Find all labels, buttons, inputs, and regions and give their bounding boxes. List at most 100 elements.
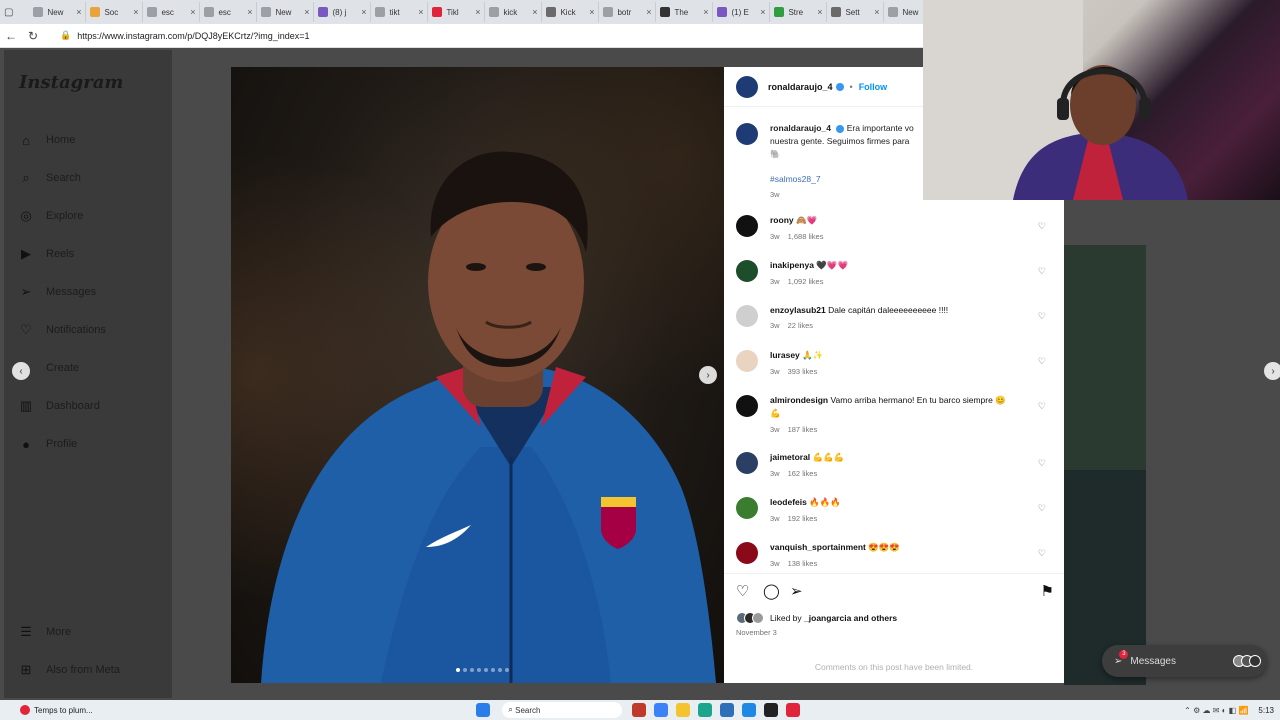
commenter-username[interactable]: roony — [770, 215, 794, 225]
taskbar-app-icon[interactable] — [632, 703, 647, 717]
commenter-username[interactable]: lurasey — [770, 350, 800, 360]
commenter-avatar[interactable] — [736, 260, 758, 282]
like-comment-icon[interactable]: ♡ — [1038, 401, 1046, 412]
back-icon[interactable]: ← — [0, 29, 22, 43]
bookmark-icon[interactable]: ⚑ — [1041, 582, 1054, 600]
browser-tab[interactable]: Soc × — [86, 2, 144, 22]
sidebar-item-dashboard[interactable]: ▥ Dashboard — [18, 396, 100, 416]
commenter-username[interactable]: jaimetoral — [770, 452, 810, 462]
browser-tab[interactable]: esc × — [143, 2, 201, 22]
commenter-avatar[interactable] — [736, 497, 758, 519]
like-comment-icon[interactable]: ♡ — [1038, 311, 1046, 322]
instagram-logo[interactable]: Instagram — [19, 72, 123, 93]
windows-start-icon[interactable] — [476, 703, 491, 717]
taskbar-app-icon[interactable] — [786, 703, 801, 717]
commenter-username[interactable]: leodefeis — [770, 497, 807, 507]
tab-actions-icon[interactable]: ▢ — [4, 7, 13, 18]
like-comment-icon[interactable]: ♡ — [1038, 548, 1046, 559]
commenter-avatar[interactable] — [736, 350, 758, 372]
browser-tab[interactable]: (1) E × — [713, 2, 771, 22]
also-from-meta-button[interactable]: ⊞ Also from Meta — [18, 660, 120, 680]
like-icon[interactable]: ♡ — [736, 582, 749, 600]
share-icon[interactable]: ➢ — [790, 582, 803, 600]
sidebar-item-search[interactable]: ⌕ Search — [18, 168, 81, 188]
like-comment-icon[interactable]: ♡ — [1038, 503, 1046, 514]
browser-tab[interactable]: kick × — [485, 2, 543, 22]
comment-likes[interactable]: 162 likes — [788, 469, 818, 478]
browser-tab[interactable]: Kick × — [542, 2, 600, 22]
caption-username[interactable]: ronaldaraujo_4 — [770, 123, 831, 133]
comment-icon[interactable]: ◯ — [763, 582, 780, 600]
follow-button[interactable]: Follow — [859, 82, 888, 92]
commenter-username[interactable]: vanquish_sportainment — [770, 542, 866, 552]
previous-post-icon[interactable]: ‹ — [12, 362, 30, 380]
browser-tab[interactable]: botr × — [599, 2, 657, 22]
edge-icon[interactable] — [698, 703, 713, 717]
comment-likes[interactable]: 1,688 likes — [788, 232, 824, 241]
taskbar-notification[interactable]: Temps to plum... — [34, 706, 93, 715]
commenter-username[interactable]: almirondesign — [770, 395, 828, 405]
like-comment-icon[interactable]: ♡ — [1038, 356, 1046, 367]
next-image-icon[interactable]: › — [699, 366, 717, 384]
browser-tab[interactable]: New × — [257, 2, 315, 22]
commenter-avatar[interactable] — [736, 542, 758, 564]
close-tab-icon[interactable]: × — [247, 7, 252, 17]
next-post-icon[interactable]: › — [1264, 362, 1280, 380]
comment-likes[interactable]: 192 likes — [788, 514, 818, 523]
close-tab-icon[interactable]: × — [646, 7, 651, 17]
taskbar-search[interactable]: ⌕ Search — [502, 702, 623, 718]
browser-tab[interactable]: Sett × — [827, 2, 885, 22]
commenter-username[interactable]: enzoylasub21 — [770, 305, 826, 315]
author-avatar[interactable] — [736, 75, 758, 98]
close-tab-icon[interactable]: × — [190, 7, 195, 17]
comment-likes[interactable]: 393 likes — [788, 367, 818, 376]
comment-likes[interactable]: 138 likes — [788, 559, 818, 568]
author-username[interactable]: ronaldaraujo_4 — [768, 82, 833, 92]
close-tab-icon[interactable]: × — [760, 7, 765, 17]
like-comment-icon[interactable]: ♡ — [1038, 221, 1046, 232]
taskbar-app-icon[interactable] — [764, 703, 779, 717]
liked-by-user[interactable]: _joangarcia — [804, 613, 851, 623]
browser-tab[interactable]: (8) j × — [314, 2, 372, 22]
like-comment-icon[interactable]: ♡ — [1038, 458, 1046, 469]
close-tab-icon[interactable]: × — [874, 7, 879, 17]
sidebar-item-notifications[interactable]: ♡ Notifications — [18, 320, 106, 340]
browser-tab[interactable]: Tikl × — [428, 2, 486, 22]
close-tab-icon[interactable]: × — [589, 7, 594, 17]
taskbar-app-icon[interactable] — [654, 703, 669, 717]
more-button[interactable]: ☰ More — [18, 622, 71, 642]
browser-tab[interactable]: The × — [656, 2, 714, 22]
close-tab-icon[interactable]: × — [361, 7, 366, 17]
caption-avatar[interactable] — [736, 123, 758, 145]
close-tab-icon[interactable]: × — [304, 7, 309, 17]
close-tab-icon[interactable]: × — [703, 7, 708, 17]
commenter-avatar[interactable] — [736, 215, 758, 237]
close-tab-icon[interactable]: × — [76, 7, 81, 17]
sidebar-item-messages[interactable]: ➢ Messages — [18, 282, 97, 302]
taskbar-app-icon[interactable] — [742, 703, 757, 717]
close-tab-icon[interactable]: × — [418, 7, 423, 17]
store-icon[interactable] — [720, 703, 735, 717]
sidebar-item-profile[interactable]: ● Profile — [18, 434, 77, 454]
close-tab-icon[interactable]: × — [532, 7, 537, 17]
sidebar-item-explore[interactable]: ◎ Explore — [18, 206, 83, 226]
commenter-avatar[interactable] — [736, 395, 758, 417]
browser-tab[interactable]: esc × — [200, 2, 258, 22]
like-comment-icon[interactable]: ♡ — [1038, 266, 1046, 277]
browser-tab[interactable]: tikt × — [371, 2, 429, 22]
commenter-username[interactable]: inakipenya — [770, 260, 814, 270]
commenter-avatar[interactable] — [736, 305, 758, 327]
refresh-icon[interactable]: ↻ — [22, 29, 44, 43]
caption-hashtag[interactable]: #salmos28_7 — [770, 174, 914, 184]
comment-likes[interactable]: 22 likes — [788, 321, 813, 330]
browser-tab[interactable]: Stre × — [770, 2, 828, 22]
comment-likes[interactable]: 187 likes — [788, 425, 818, 434]
close-tab-icon[interactable]: × — [475, 7, 480, 17]
close-tab-icon[interactable]: × — [817, 7, 822, 17]
folder-icon[interactable] — [676, 703, 691, 717]
url-field[interactable]: 🔒 https://www.instagram.com/p/DQJ8yEKCrt… — [52, 26, 912, 45]
system-tray-icons[interactable]: ⌃ ⚙ ☁ ✉ ◐ ◧ 📶 — [1184, 706, 1248, 715]
messages-button[interactable]: ➢ 3 Messages — [1102, 645, 1267, 677]
sidebar-item-home[interactable]: ⌂ Home — [18, 130, 75, 150]
browser-tab[interactable]: New × — [29, 2, 87, 22]
